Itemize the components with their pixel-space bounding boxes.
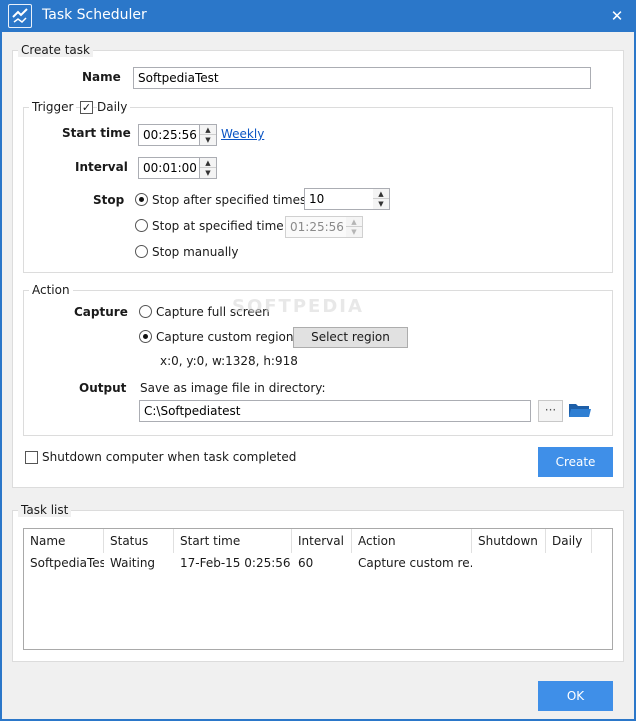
- capture-custom-region-label[interactable]: Capture custom region: [156, 330, 293, 344]
- select-region-button[interactable]: Select region: [293, 327, 408, 348]
- ok-button[interactable]: OK: [538, 681, 613, 711]
- interval-input[interactable]: 00:01:00: [138, 157, 200, 179]
- create-task-legend: Create task: [18, 43, 93, 57]
- interval-label: Interval: [75, 160, 128, 174]
- column-header-shutdown[interactable]: Shutdown: [472, 529, 546, 553]
- task-table: Name Status Start time Interval Action S…: [23, 528, 613, 650]
- spin-up-icon[interactable]: ▲: [200, 158, 216, 168]
- daily-label[interactable]: Daily: [97, 100, 131, 114]
- spin-up-icon[interactable]: ▲: [200, 125, 216, 135]
- create-button[interactable]: Create: [538, 447, 613, 477]
- table-row[interactable]: SoftpediaTest Waiting 17-Feb-15 0:25:56 …: [24, 553, 612, 573]
- folder-icon[interactable]: [568, 401, 592, 419]
- stop-at-time-radio[interactable]: [135, 219, 148, 232]
- name-input[interactable]: SoftpediaTest: [133, 67, 591, 89]
- column-header-interval[interactable]: Interval: [292, 529, 352, 553]
- capture-full-screen-radio[interactable]: [139, 305, 152, 318]
- softpedia-watermark: SOFTPEDIA: [232, 296, 364, 317]
- stop-manually-label[interactable]: Stop manually: [152, 245, 238, 259]
- column-header-name[interactable]: Name: [24, 529, 104, 553]
- start-time-spinner[interactable]: ▲ ▼: [200, 124, 217, 146]
- column-header-start-time[interactable]: Start time: [174, 529, 292, 553]
- output-label: Output: [79, 381, 127, 395]
- stop-manually-radio[interactable]: [135, 245, 148, 258]
- close-icon[interactable]: ✕: [606, 6, 628, 26]
- start-time-label: Start time: [62, 126, 131, 140]
- capture-label: Capture: [74, 305, 128, 319]
- column-header-daily[interactable]: Daily: [546, 529, 592, 553]
- stop-after-times-radio[interactable]: [135, 193, 148, 206]
- region-coordinates-text: x:0, y:0, w:1328, h:918: [160, 354, 298, 368]
- browse-button[interactable]: ···: [538, 400, 563, 422]
- output-hint: Save as image file in directory:: [140, 381, 326, 395]
- window-title: Task Scheduler: [42, 7, 147, 23]
- action-legend: Action: [29, 283, 73, 297]
- stop-after-times-label[interactable]: Stop after specified times:: [152, 193, 310, 207]
- output-directory-input[interactable]: C:\Softpediatest: [139, 400, 531, 422]
- table-cell-action: Capture custom re...: [358, 556, 472, 570]
- spin-up-icon[interactable]: ▲: [373, 189, 389, 199]
- stop-at-time-label[interactable]: Stop at specified time:: [152, 219, 288, 233]
- spin-down-icon[interactable]: ▼: [373, 199, 389, 209]
- spin-down-icon[interactable]: ▼: [200, 135, 216, 145]
- stop-times-spinner[interactable]: ▲ ▼: [373, 188, 390, 210]
- capture-custom-region-radio[interactable]: [139, 330, 152, 343]
- name-label: Name: [82, 70, 121, 84]
- stop-times-input[interactable]: 10: [304, 188, 374, 210]
- interval-spinner[interactable]: ▲ ▼: [200, 157, 217, 179]
- stop-label: Stop: [93, 193, 125, 207]
- checkmark-icon: ✓: [81, 101, 92, 114]
- daily-checkbox[interactable]: ✓: [80, 101, 93, 114]
- table-cell-shutdown: [472, 553, 546, 573]
- table-cell-status: Waiting: [110, 556, 156, 570]
- stop-at-time-input: 01:25:56: [285, 216, 347, 238]
- table-cell-start-time: 17-Feb-15 0:25:56: [180, 556, 291, 570]
- table-cell-interval: 60: [298, 556, 314, 570]
- column-header-action[interactable]: Action: [352, 529, 472, 553]
- spin-down-icon: ▼: [351, 228, 357, 236]
- column-header-status[interactable]: Status: [104, 529, 174, 553]
- start-time-input[interactable]: 00:25:56: [138, 124, 200, 146]
- task-list-legend: Task list: [18, 503, 72, 517]
- spin-up-icon: ▲: [346, 217, 362, 227]
- table-cell-daily: [546, 553, 592, 573]
- task-scheduler-app-icon: [8, 4, 32, 28]
- shutdown-checkbox[interactable]: [25, 451, 38, 464]
- spin-down-icon[interactable]: ▼: [200, 168, 216, 178]
- trigger-legend: Trigger: [29, 100, 77, 114]
- stop-at-time-spinner: ▲ ▼: [346, 216, 363, 238]
- weekly-link[interactable]: Weekly: [221, 127, 264, 141]
- shutdown-label[interactable]: Shutdown computer when task completed: [42, 450, 296, 464]
- table-cell-name: SoftpediaTest: [30, 556, 104, 570]
